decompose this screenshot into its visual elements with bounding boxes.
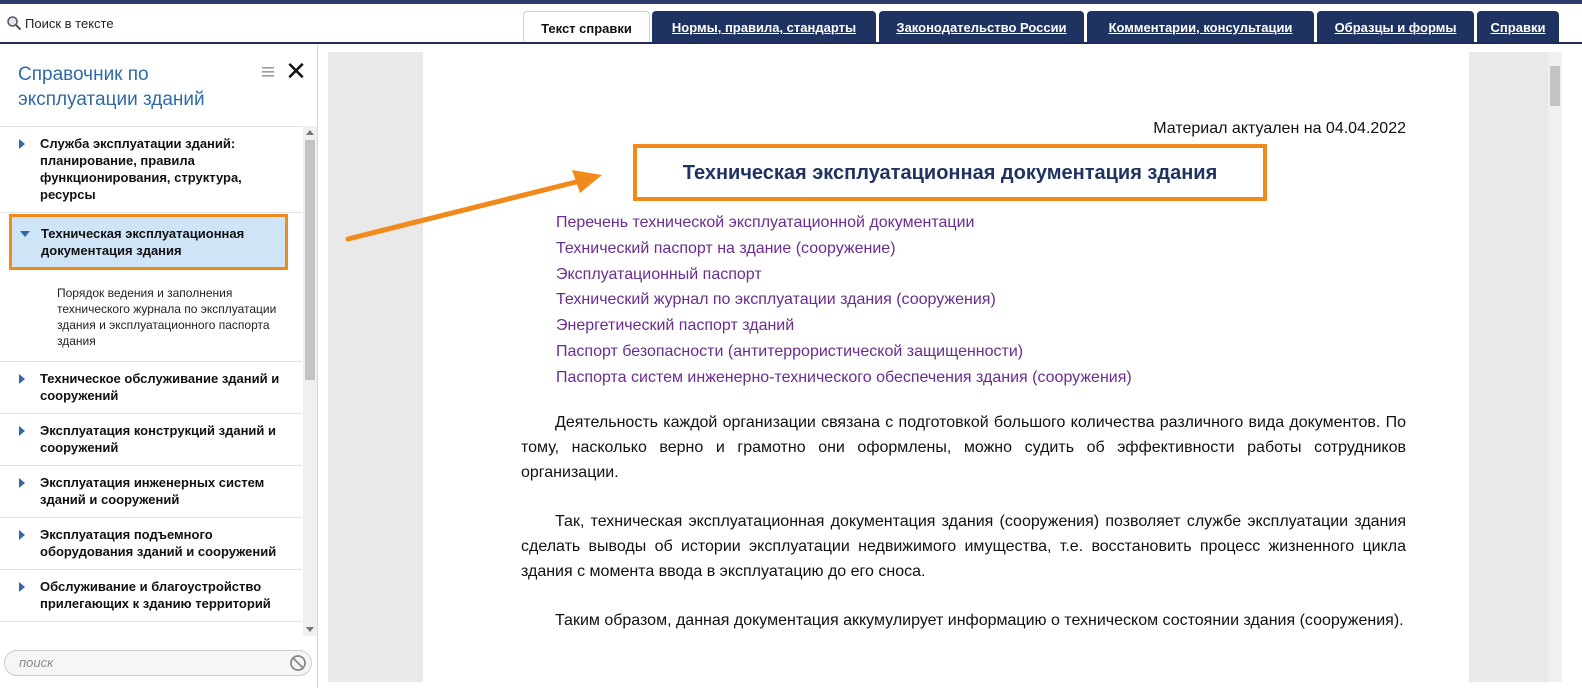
tab-russian-legislation[interactable]: Законодательство России <box>879 11 1084 44</box>
document-viewer: Материал актуален на 04.04.2022 Техничес… <box>328 52 1548 682</box>
sidebar-item-label: Служба эксплуатации зданий: планирование… <box>40 136 242 202</box>
sidebar-subitem-journal[interactable]: Порядок ведения и заполнения техническог… <box>0 273 302 362</box>
magnifier-icon <box>7 16 22 31</box>
sidebar-item-label: Эксплуатация конструкций зданий и сооруж… <box>40 423 277 455</box>
toc-link[interactable]: Паспорт безопасности (антитеррористическ… <box>556 339 1132 365</box>
expand-arrow-icon <box>19 530 25 540</box>
scrollbar-thumb[interactable] <box>1550 66 1560 106</box>
expand-arrow-icon <box>19 374 25 384</box>
top-toolbar: Поиск в тексте Текст справки Нормы, прав… <box>0 0 1582 44</box>
sidebar-item-maintenance[interactable]: Техническое обслуживание зданий и сооруж… <box>0 362 302 414</box>
table-of-contents: Перечень технической эксплуатационной до… <box>556 210 1132 391</box>
tab-samples-forms[interactable]: Образцы и формы <box>1317 11 1474 44</box>
tab-references[interactable]: Справки <box>1477 11 1559 44</box>
document-title: Техническая эксплуатационная документаци… <box>682 162 1218 184</box>
toc-link[interactable]: Энергетический паспорт зданий <box>556 313 1132 339</box>
top-border <box>0 0 1582 4</box>
tab-comments-consultations[interactable]: Комментарии, консультации <box>1087 11 1314 44</box>
sidebar-item-territory[interactable]: Обслуживание и благоустройство прилегающ… <box>0 570 302 622</box>
document-scrollbar[interactable] <box>1548 52 1562 682</box>
menu-icon[interactable] <box>260 64 276 80</box>
document-title-highlight: Техническая эксплуатационная документаци… <box>633 144 1267 201</box>
search-in-text-button[interactable]: Поиск в тексте <box>6 14 114 32</box>
sidebar-search-input[interactable]: поиск <box>4 650 312 676</box>
document-page: Материал актуален на 04.04.2022 Техничес… <box>423 52 1469 682</box>
app-window: Поиск в тексте Текст справки Нормы, прав… <box>0 0 1582 688</box>
body-paragraph: Таким образом, данная документация аккум… <box>555 612 1404 629</box>
collapse-arrow-icon <box>20 231 30 237</box>
toc-link[interactable]: Технический журнал по эксплуатации здани… <box>556 287 1132 313</box>
sidebar-item-label: Эксплуатация подъемного оборудования зда… <box>40 527 277 559</box>
content-area: Материал актуален на 04.04.2022 Техничес… <box>319 44 1582 688</box>
annotation-arrow-icon <box>345 170 602 242</box>
clear-search-icon[interactable] <box>289 654 307 672</box>
toc-link[interactable]: Технический паспорт на здание (сооружени… <box>556 236 1132 262</box>
expand-arrow-icon <box>19 426 25 436</box>
sidebar-item-technical-documentation[interactable]: Техническая эксплуатационная документаци… <box>9 214 288 270</box>
scroll-down-icon[interactable] <box>306 627 314 632</box>
sidebar-list: Служба эксплуатации зданий: планирование… <box>0 126 302 636</box>
actual-date: Материал актуален на 04.04.2022 <box>1153 120 1406 137</box>
expand-arrow-icon <box>19 478 25 488</box>
scroll-up-icon[interactable] <box>306 130 314 135</box>
sidebar-item-label: Эксплуатация инженерных систем зданий и … <box>40 475 265 507</box>
expand-arrow-icon <box>19 139 25 149</box>
tab-help-text[interactable]: Текст справки <box>523 11 650 44</box>
body-paragraph: Деятельность каждой организации связана … <box>521 414 1406 481</box>
search-in-text-label: Поиск в тексте <box>25 15 114 31</box>
expand-arrow-icon <box>19 582 25 592</box>
close-icon[interactable]: ✕ <box>285 58 307 84</box>
sidebar-scrollbar[interactable] <box>303 126 317 636</box>
sidebar-item-label: Обслуживание и благоустройство прилегающ… <box>40 579 271 611</box>
scrollbar-thumb[interactable] <box>305 140 315 380</box>
toc-link[interactable]: Эксплуатационный паспорт <box>556 262 1132 288</box>
sidebar-item-structures[interactable]: Эксплуатация конструкций зданий и сооруж… <box>0 414 302 466</box>
sidebar-item-label: Техническая эксплуатационная документаци… <box>41 226 245 258</box>
sidebar-title: Справочник по эксплуатации зданий <box>18 64 205 110</box>
tab-norms-rules-standards[interactable]: Нормы, правила, стандарты <box>652 11 876 44</box>
toc-link[interactable]: Перечень технической эксплуатационной до… <box>556 210 1132 236</box>
toc-link[interactable]: Паспорта систем инженерно-технического о… <box>556 365 1132 391</box>
sidebar-item-service[interactable]: Служба эксплуатации зданий: планирование… <box>0 127 302 213</box>
sidebar-item-lifting-equipment[interactable]: Эксплуатация подъемного оборудования зда… <box>0 518 302 570</box>
sidebar-item-engineering-systems[interactable]: Эксплуатация инженерных систем зданий и … <box>0 466 302 518</box>
sidebar-item-label: Техническое обслуживание зданий и сооруж… <box>40 371 280 403</box>
sidebar: Справочник по эксплуатации зданий ✕ Служ… <box>0 44 318 688</box>
body-paragraph: Так, техническая эксплуатационная докуме… <box>521 513 1406 580</box>
